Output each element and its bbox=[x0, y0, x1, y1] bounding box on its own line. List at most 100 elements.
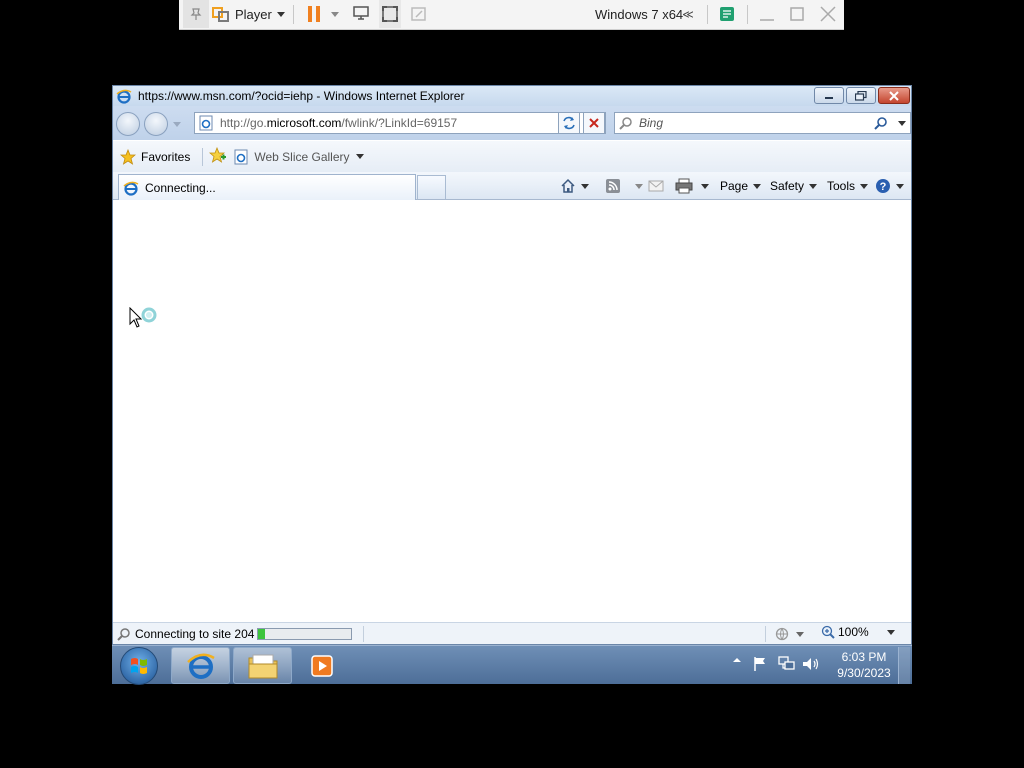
favorites-divider bbox=[202, 147, 204, 166]
status-divider bbox=[363, 626, 364, 642]
web-slice-gallery-link[interactable]: Web Slice Gallery bbox=[233, 149, 364, 165]
security-zone-button[interactable] bbox=[775, 627, 804, 641]
printer-icon bbox=[675, 178, 693, 194]
toolbar-divider bbox=[293, 5, 294, 24]
busy-cursor-icon bbox=[129, 307, 157, 328]
tab-connecting[interactable]: Connecting... bbox=[118, 174, 416, 200]
tab-label: Connecting... bbox=[145, 180, 216, 195]
home-icon bbox=[561, 178, 575, 193]
minimize-icon[interactable] bbox=[757, 0, 777, 28]
svg-text:?: ? bbox=[880, 181, 887, 193]
close-icon bbox=[889, 90, 899, 101]
command-bar: Connecting... Page Safety Tools ? bbox=[113, 172, 911, 200]
page-icon bbox=[234, 149, 248, 164]
search-provider-icon bbox=[619, 117, 632, 130]
toolbar-divider bbox=[747, 5, 748, 24]
search-placeholder: Bing bbox=[639, 116, 664, 130]
player-menu-dropdown-icon[interactable] bbox=[275, 0, 287, 28]
add-to-favorites-bar-icon[interactable] bbox=[209, 146, 227, 166]
favorites-label: Favorites bbox=[141, 149, 191, 164]
unity-icon[interactable] bbox=[409, 0, 429, 28]
favorites-button[interactable]: Favorites bbox=[120, 148, 191, 165]
taskbar-media-player-button[interactable] bbox=[309, 653, 337, 679]
address-bar[interactable]: http://go.microsoft.com/fwlink/?LinkId=6… bbox=[194, 112, 606, 134]
recent-pages-dropdown-icon[interactable] bbox=[173, 122, 181, 127]
search-options-dropdown-icon[interactable] bbox=[898, 121, 906, 126]
back-button[interactable] bbox=[116, 112, 140, 136]
network-icon[interactable] bbox=[778, 656, 796, 672]
chevron-down-icon bbox=[355, 154, 364, 159]
stop-button[interactable] bbox=[583, 112, 605, 134]
power-options-dropdown-icon[interactable] bbox=[329, 0, 341, 28]
page-content-area[interactable] bbox=[113, 200, 911, 622]
ie-logo-icon bbox=[123, 181, 139, 196]
ie-logo-icon bbox=[116, 89, 132, 104]
minimize-button[interactable] bbox=[814, 87, 844, 104]
toolbar-divider bbox=[707, 5, 708, 24]
page-menu-button[interactable]: Page bbox=[720, 176, 762, 196]
zoom-button[interactable]: 100% bbox=[821, 625, 895, 639]
vmware-logo-icon bbox=[211, 0, 231, 28]
restore-icon bbox=[855, 90, 867, 101]
pause-icon[interactable] bbox=[305, 0, 323, 28]
collapse-toolbar-button[interactable]: ≪ bbox=[681, 0, 695, 28]
favorites-bar: Favorites Web Slice Gallery bbox=[113, 140, 911, 172]
message-log-icon[interactable] bbox=[717, 0, 737, 28]
send-ctrl-alt-del-icon[interactable] bbox=[351, 0, 371, 28]
ie-logo-icon bbox=[186, 653, 215, 679]
windows-logo-icon bbox=[131, 658, 147, 674]
maximize-icon[interactable] bbox=[787, 0, 807, 28]
volume-icon[interactable] bbox=[802, 656, 820, 672]
web-slice-gallery-label: Web Slice Gallery bbox=[254, 149, 350, 164]
search-box[interactable]: Bing bbox=[614, 112, 911, 134]
loading-progress-bar bbox=[257, 628, 352, 640]
taskbar-windows-explorer-button[interactable] bbox=[233, 647, 292, 684]
compatibility-refresh-button[interactable] bbox=[558, 112, 580, 134]
start-button[interactable] bbox=[120, 647, 158, 685]
read-mail-button[interactable] bbox=[648, 176, 664, 196]
close-button[interactable] bbox=[878, 87, 910, 104]
new-tab-button[interactable] bbox=[417, 175, 446, 199]
taskbar-internet-explorer-button[interactable] bbox=[171, 647, 230, 684]
restore-button[interactable] bbox=[846, 87, 876, 104]
show-hidden-icons-button[interactable] bbox=[732, 656, 742, 664]
page-menu-label: Page bbox=[720, 179, 749, 193]
search-icon[interactable] bbox=[874, 116, 888, 130]
progress-fill bbox=[258, 629, 266, 639]
title-bar[interactable]: https://www.msn.com/?ocid=iehp - Windows… bbox=[113, 86, 911, 106]
feeds-button[interactable] bbox=[605, 176, 643, 196]
address-url: http://go.microsoft.com/fwlink/?LinkId=6… bbox=[220, 116, 458, 130]
forward-button[interactable] bbox=[144, 112, 168, 136]
refresh-icon bbox=[563, 116, 575, 130]
system-clock[interactable]: 6:03 PM 9/30/2023 bbox=[830, 649, 898, 681]
player-menu-button[interactable]: Player bbox=[235, 0, 272, 28]
close-icon[interactable] bbox=[817, 0, 839, 28]
minimize-icon bbox=[825, 96, 833, 99]
navigation-bar: http://go.microsoft.com/fwlink/?LinkId=6… bbox=[113, 106, 911, 140]
zoom-level: 100% bbox=[838, 625, 869, 639]
pin-icon[interactable] bbox=[183, 0, 209, 28]
status-text: Connecting to site 204 bbox=[135, 626, 255, 641]
fullscreen-icon[interactable] bbox=[379, 0, 401, 28]
chevron-up-icon bbox=[733, 658, 741, 662]
print-button[interactable] bbox=[675, 176, 709, 196]
search-icon bbox=[117, 627, 130, 641]
window-title: https://www.msn.com/?ocid=iehp - Windows… bbox=[138, 89, 465, 103]
tools-menu-button[interactable]: Tools bbox=[827, 176, 869, 196]
status-divider bbox=[765, 626, 766, 642]
clock-date: 9/30/2023 bbox=[837, 666, 891, 680]
show-desktop-button[interactable] bbox=[898, 647, 910, 684]
media-player-icon bbox=[311, 655, 333, 677]
safety-menu-button[interactable]: Safety bbox=[770, 176, 818, 196]
rss-feed-icon bbox=[606, 179, 620, 193]
zoom-icon bbox=[821, 625, 835, 639]
internet-explorer-window: https://www.msn.com/?ocid=iehp - Windows… bbox=[112, 85, 912, 645]
action-center-icon[interactable] bbox=[752, 656, 768, 672]
help-icon: ? bbox=[876, 179, 890, 193]
stop-icon bbox=[589, 118, 599, 128]
mail-icon bbox=[648, 180, 664, 192]
windows-taskbar: 6:03 PM 9/30/2023 bbox=[112, 645, 912, 685]
home-button[interactable] bbox=[560, 176, 589, 196]
status-bar: Connecting to site 204 100% bbox=[113, 622, 911, 644]
help-button[interactable]: ? bbox=[875, 176, 904, 196]
